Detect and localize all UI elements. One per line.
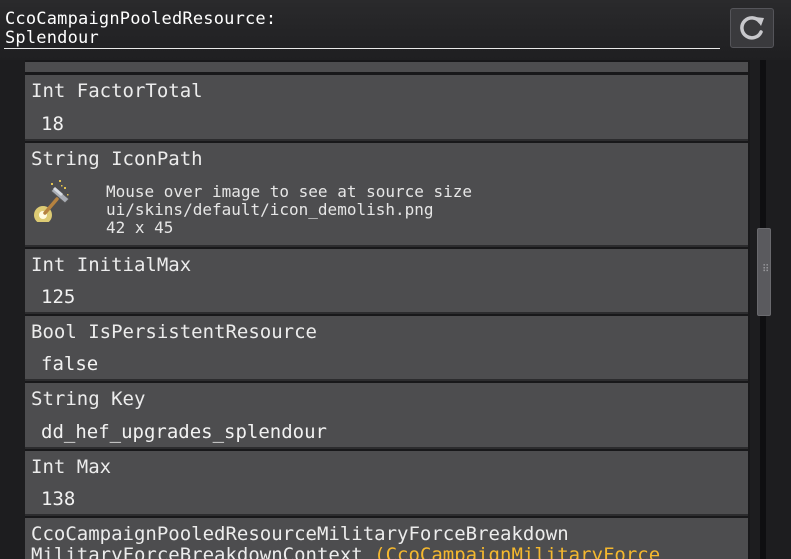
- field-type-name: CcoCampaignPooledResourceMilitaryForceBr…: [31, 523, 569, 545]
- field-label: Bool IsPersistentResource: [31, 321, 317, 343]
- field-row-key: String Key dd_hef_upgrades_splendour: [25, 383, 748, 449]
- field-row-icon-path: String IconPath Mouse over image to see …: [25, 143, 748, 247]
- refresh-icon: [740, 16, 764, 40]
- field-label: String Key: [31, 388, 146, 410]
- field-label: Int FactorTotal: [31, 80, 203, 102]
- field-value: 138: [41, 488, 76, 510]
- grip-icon: ⠿: [762, 264, 770, 275]
- title-underline: [4, 48, 720, 49]
- image-hover-hint: Mouse over image to see at source size: [106, 182, 473, 201]
- image-path: ui/skins/default/icon_demolish.png: [106, 200, 434, 219]
- field-value: false: [41, 353, 99, 375]
- title-line-1: CcoCampaignPooledResource:: [5, 9, 277, 29]
- refresh-button[interactable]: [730, 8, 774, 48]
- scrollbar-thumb[interactable]: ⠿: [757, 228, 771, 316]
- field-label: CcoCampaignPooledResourceMilitaryForceBr…: [31, 524, 660, 559]
- field-label: String IconPath: [31, 148, 203, 170]
- title-line-2: Splendour: [5, 28, 99, 48]
- image-info: Mouse over image to see at source size u…: [106, 183, 472, 237]
- field-label: Int InitialMax: [31, 254, 192, 276]
- field-context-line: MilitaryForceBreakdownContext (CcoCampai…: [31, 545, 660, 559]
- field-row-is-persistent-resource: Bool IsPersistentResource false: [25, 316, 748, 381]
- title-bar: CcoCampaignPooledResource: Splendour: [0, 0, 791, 60]
- field-context-name: MilitaryForceBreakdownContext: [31, 544, 375, 559]
- context-link[interactable]: (CcoCampaignMilitaryForce: [374, 544, 660, 559]
- field-row-initial-max: Int InitialMax 125: [25, 249, 748, 314]
- hammer-icon[interactable]: [31, 177, 73, 224]
- field-value: dd_hef_upgrades_splendour: [41, 421, 327, 443]
- properties-panel: Int FactorTotal 18 String IconPath Mouse…: [25, 60, 750, 559]
- panel-top-strip: [25, 62, 748, 72]
- field-label: Int Max: [31, 456, 112, 478]
- field-row-factor-total: Int FactorTotal 18: [25, 75, 748, 141]
- image-dimensions: 42 x 45: [106, 218, 174, 237]
- field-row-max: Int Max 138: [25, 451, 748, 516]
- field-row-military-force-breakdown: CcoCampaignPooledResourceMilitaryForceBr…: [25, 518, 748, 559]
- field-value: 125: [41, 286, 76, 308]
- field-value: 18: [41, 113, 64, 135]
